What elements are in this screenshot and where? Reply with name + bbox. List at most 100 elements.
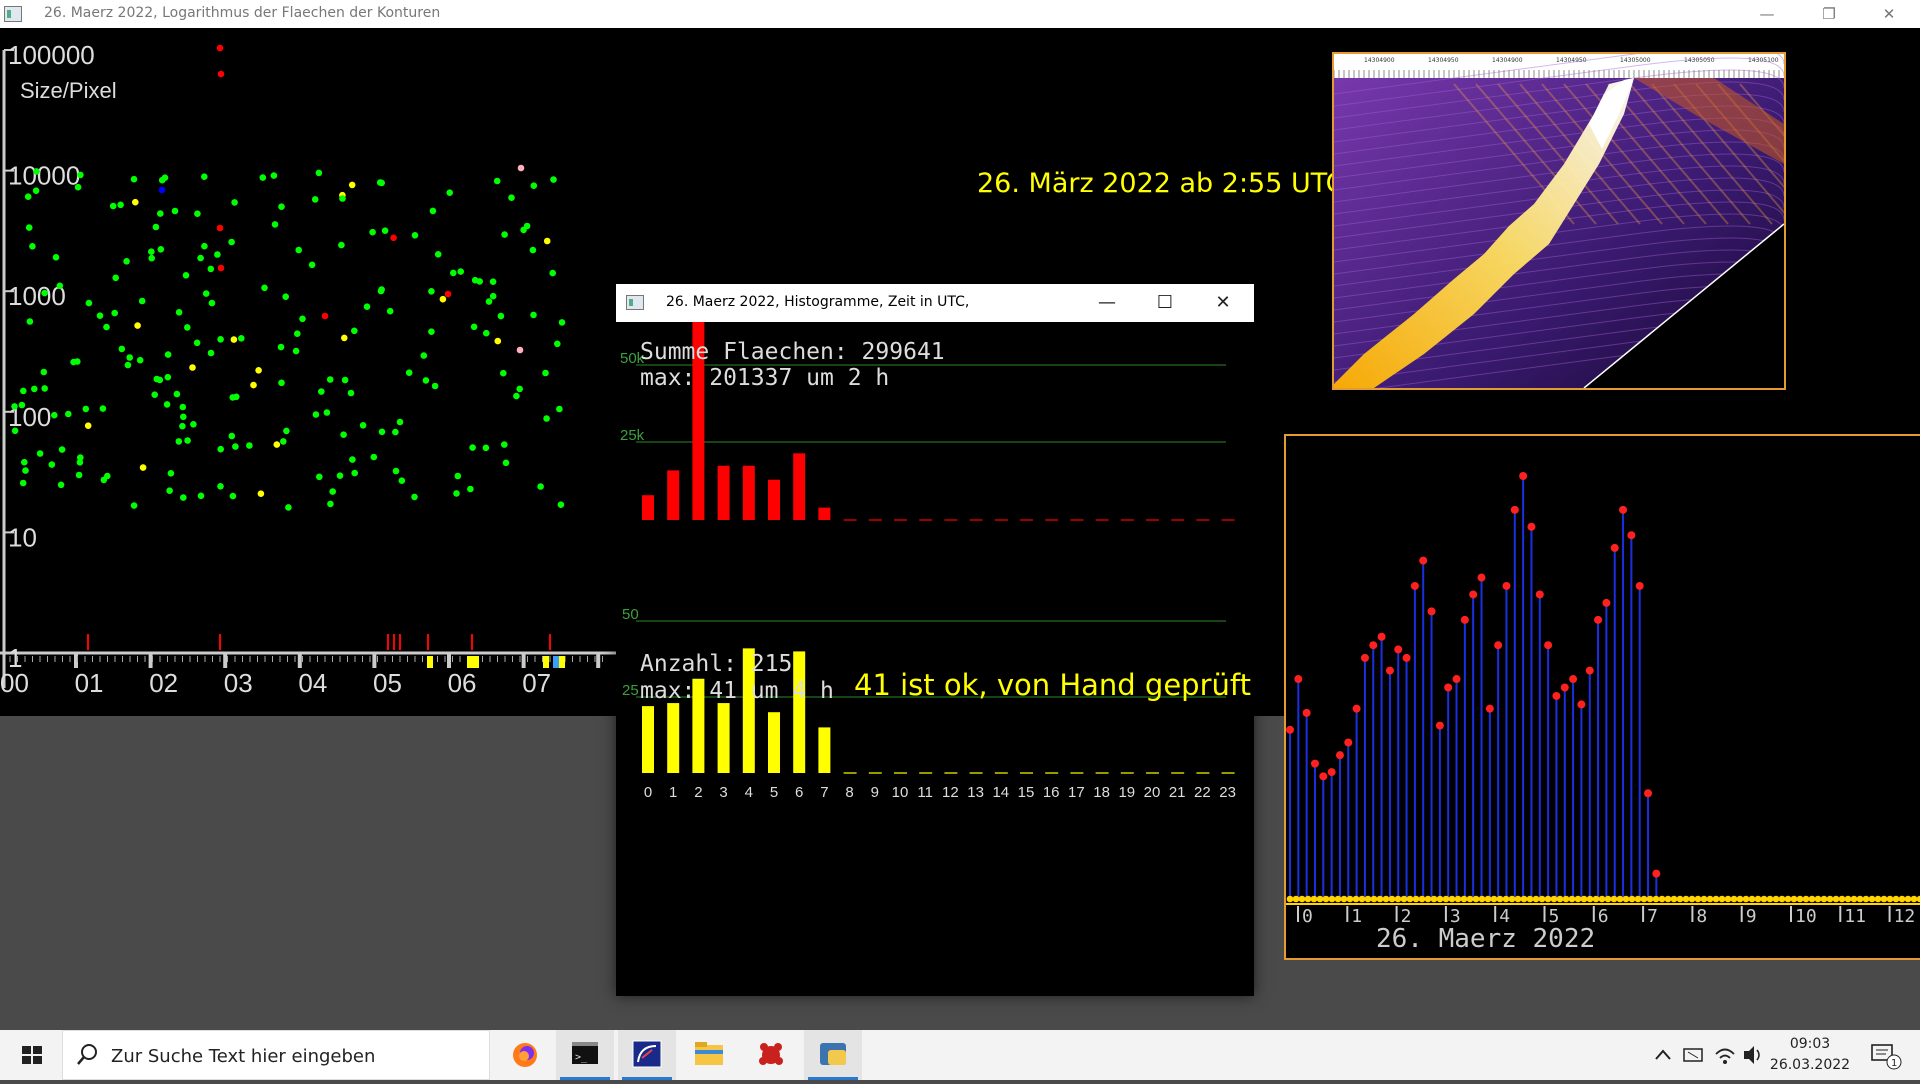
data-point [164, 351, 172, 358]
data-point [193, 339, 201, 347]
hour-label: 7 [820, 784, 828, 801]
area-bar [818, 507, 831, 520]
data-point [163, 401, 171, 408]
hour-value-point [1585, 666, 1594, 675]
data-point [246, 442, 253, 449]
baseline-point [1862, 895, 1870, 903]
data-point [151, 391, 158, 399]
taskbar-firefox[interactable] [496, 1030, 554, 1080]
data-point [41, 385, 48, 392]
hour-value-point [1494, 641, 1503, 650]
data-point [554, 340, 561, 348]
minimize-button[interactable]: — [1744, 0, 1790, 28]
data-point [294, 330, 301, 338]
hour-value-point [1510, 505, 1519, 514]
notification-center-icon[interactable]: 1 [1864, 1030, 1904, 1080]
data-point [336, 472, 344, 480]
data-point [370, 453, 378, 461]
baseline-point [1640, 895, 1648, 903]
taskbar-file-explorer[interactable] [680, 1030, 738, 1080]
hour-label: 15 [1018, 784, 1035, 801]
taskbar: Zur Suche Text hier eingeben >_ 09:03 26… [0, 1030, 1920, 1080]
data-point [469, 444, 476, 451]
baseline-point [1298, 895, 1306, 903]
timestamp-caption: 26. März 2022 ab 2:55 UTC [977, 168, 1345, 199]
data-point [471, 276, 479, 284]
plot-date-label: 26. Maerz 2022 [1376, 924, 1596, 954]
hour-label: 6 [795, 784, 803, 801]
system-clock[interactable]: 09:03 26.03.2022 [1760, 1034, 1860, 1076]
taskbar-python[interactable] [804, 1030, 862, 1080]
hour-value-point [1535, 590, 1544, 599]
data-point [11, 427, 19, 435]
hour-value-point [1485, 704, 1494, 713]
hour-value-point [1452, 675, 1461, 684]
x-tick-label: 02 [149, 668, 178, 698]
hist-minimize-button[interactable]: — [1078, 284, 1136, 322]
histogram-window-titlebar[interactable]: 26. Maerz 2022, Histogramme, Zeit in UTC… [616, 284, 1254, 322]
baseline-point [1436, 895, 1444, 903]
event-marker [427, 656, 433, 668]
x-tick-label: 11 [1844, 906, 1866, 927]
hour-label: 23 [1219, 784, 1236, 801]
tray-input-icon[interactable] [1680, 1030, 1708, 1080]
baseline-point [1580, 895, 1588, 903]
wifi-icon[interactable] [1712, 1030, 1738, 1080]
data-point [489, 292, 497, 300]
hour-value-point [1419, 556, 1428, 565]
data-point [326, 376, 334, 383]
data-point [259, 174, 267, 181]
data-point [378, 428, 386, 436]
baseline-point [1874, 895, 1882, 903]
data-point [376, 179, 384, 186]
hour-label: 20 [1144, 784, 1161, 801]
baseline-point [1346, 895, 1354, 903]
data-point [556, 405, 563, 413]
close-button[interactable]: ✕ [1866, 0, 1912, 28]
hour-value-point [1594, 615, 1603, 624]
hist-close-button[interactable]: ✕ [1194, 284, 1252, 322]
data-point [543, 415, 550, 422]
data-point [130, 175, 138, 183]
baseline-point [1634, 895, 1642, 903]
histogram-window[interactable]: 26. Maerz 2022, Histogramme, Zeit in UTC… [616, 284, 1254, 996]
hour-label: 14 [992, 784, 1009, 801]
y-tick-label: 10 [8, 522, 37, 552]
taskbar-search-box[interactable]: Zur Suche Text hier eingeben [62, 1030, 490, 1080]
data-point [182, 272, 190, 279]
data-point [517, 164, 525, 172]
restore-button[interactable]: ❐ [1806, 0, 1852, 28]
baseline-point [1700, 895, 1708, 903]
data-point [340, 431, 347, 439]
hour-value-point [1460, 615, 1469, 624]
data-point [369, 228, 376, 236]
hist-maximize-button[interactable]: ☐ [1136, 284, 1194, 322]
data-point [250, 381, 257, 389]
data-point [338, 241, 345, 249]
data-point [261, 284, 268, 292]
data-point [457, 268, 465, 275]
baseline-point [1304, 895, 1312, 903]
data-point [96, 312, 104, 320]
data-point [70, 358, 77, 366]
data-point [57, 481, 65, 489]
data-point [315, 169, 323, 177]
tray-chevron-up-icon[interactable] [1650, 1030, 1676, 1080]
data-point [18, 401, 26, 409]
data-point [329, 488, 337, 495]
taskbar-radio-app[interactable] [618, 1030, 676, 1080]
taskbar-bug-app[interactable] [742, 1030, 800, 1080]
hour-value-point [1435, 721, 1444, 730]
taskbar-terminal[interactable]: >_ [556, 1030, 614, 1080]
start-button[interactable] [8, 1030, 56, 1080]
baseline-point [1400, 895, 1408, 903]
hour-value-point [1286, 725, 1294, 734]
baseline-point [1802, 895, 1810, 903]
x-tick-label: 6 [1598, 906, 1609, 927]
clock-time: 09:03 [1789, 1036, 1831, 1052]
baseline-point [1292, 895, 1300, 903]
data-point [130, 502, 138, 509]
data-point [520, 226, 527, 234]
firefox-icon [513, 1043, 537, 1067]
data-point [84, 422, 92, 430]
